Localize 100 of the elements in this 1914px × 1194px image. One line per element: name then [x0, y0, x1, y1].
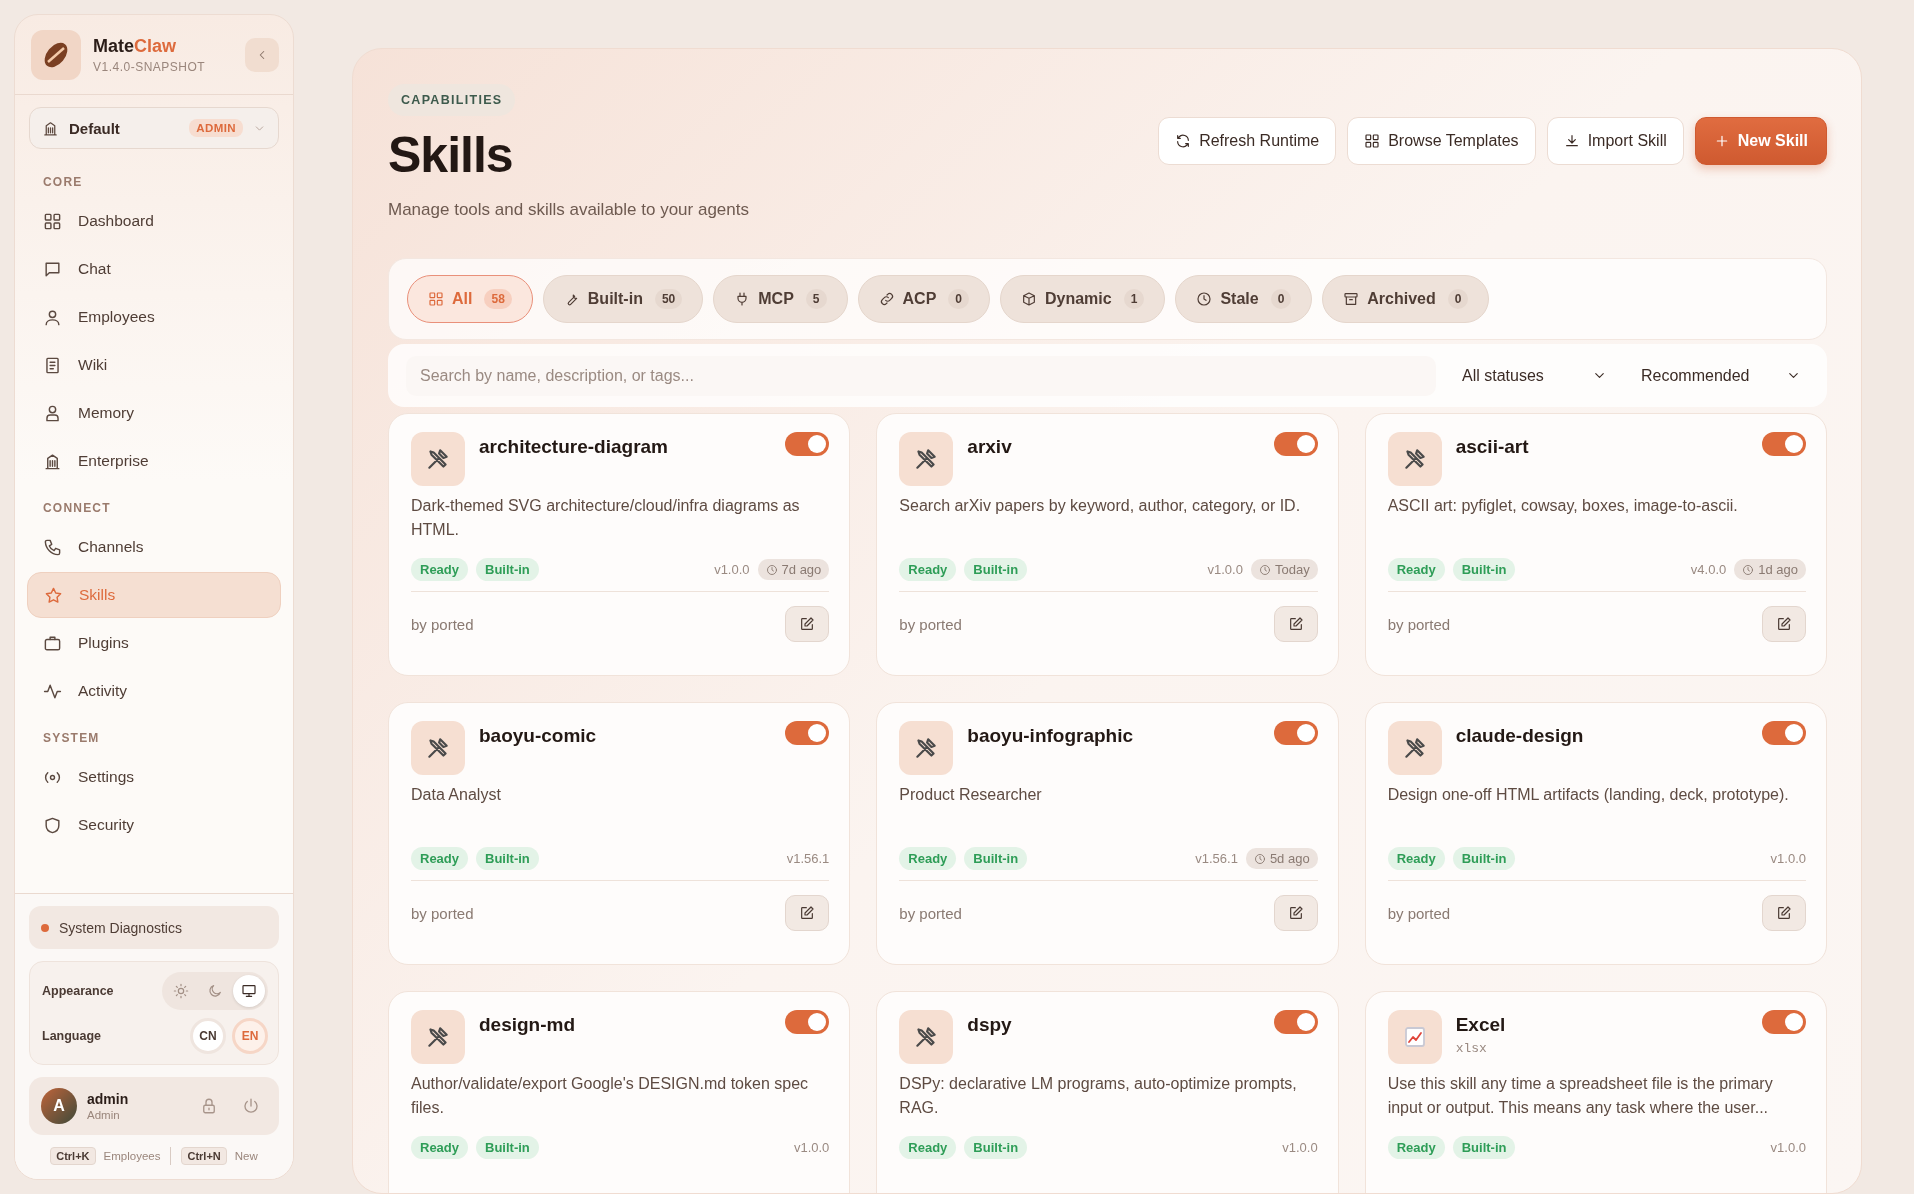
section-label: CONNECT — [42, 500, 112, 517]
edit-button[interactable] — [1273, 895, 1318, 931]
nav-item[interactable]: Activity — [27, 668, 281, 714]
skill-description: Dark-themed SVG architecture/cloud/infra diagrams as HTML. — [411, 496, 801, 540]
search-field[interactable]: Search by name, description, or tags... — [406, 355, 1436, 396]
count-badge: 58 — [484, 289, 512, 309]
toggle-switch[interactable] — [1762, 1010, 1806, 1034]
edit-icon — [1776, 905, 1792, 921]
author-label: by ported — [411, 904, 474, 922]
dashboard-icon — [43, 211, 62, 231]
skill-name: baoyu-infographic — [967, 725, 1135, 747]
tag: Built-in — [1452, 558, 1516, 581]
version-label: v1.0.0 — [714, 562, 750, 577]
edit-button[interactable] — [1762, 895, 1806, 931]
header-button[interactable]: Import Skill — [1546, 117, 1684, 165]
sort-select[interactable]: Recommended — [1629, 355, 1809, 396]
edit-button[interactable] — [1762, 606, 1806, 642]
edit-icon — [799, 616, 816, 632]
edit-button[interactable] — [1273, 606, 1318, 642]
language-option[interactable]: CN — [190, 1018, 226, 1054]
edit-button[interactable] — [785, 606, 830, 642]
toggle-switch[interactable] — [1273, 432, 1318, 456]
skill-description: ASCII art: pyfiglet, cowsay, boxes, image-to-ascii. — [1387, 496, 1739, 516]
skill-name: ascii-art — [1455, 436, 1530, 458]
nav-item[interactable]: Enterprise — [27, 438, 281, 484]
header-button[interactable]: Browse Templates — [1347, 117, 1536, 165]
section-label: CORE — [42, 174, 84, 191]
author-label: by ported — [1387, 615, 1451, 633]
skill-name: baoyu-comic — [479, 725, 598, 747]
filter-tab[interactable]: Archived 0 — [1322, 275, 1490, 323]
briefcase-icon — [43, 633, 62, 653]
theme-option[interactable] — [233, 975, 265, 1007]
building-icon — [42, 119, 59, 137]
nav-item[interactable]: Dashboard — [27, 198, 281, 244]
skill-description: DSPy: declarative LM programs, auto-optimize prompts, RAG. — [899, 1074, 1298, 1118]
nav-item[interactable]: Wiki — [27, 342, 281, 388]
shortcut-label: New — [234, 1150, 258, 1162]
tab-label: MCP — [758, 290, 794, 308]
moon-icon — [207, 983, 223, 999]
toggle-switch[interactable] — [1273, 1010, 1318, 1034]
nav-item[interactable]: Security — [27, 802, 281, 848]
power-icon — [242, 1097, 260, 1115]
shield-icon — [43, 815, 62, 835]
version-label: v1.0.0 — [1770, 1140, 1806, 1155]
user-role: Admin — [87, 1109, 121, 1121]
skill-description: Design one-off HTML artifacts (landing, deck, prototype). — [1387, 785, 1790, 805]
toggle-switch[interactable] — [1273, 721, 1318, 745]
toggle-switch[interactable] — [1762, 721, 1806, 745]
filter-tab[interactable]: Stale 0 — [1175, 275, 1313, 323]
count-badge: 50 — [654, 289, 683, 309]
diagnostics-button[interactable]: System Diagnostics — [29, 906, 279, 949]
chat-icon — [43, 259, 62, 279]
filter-tab[interactable]: ACP 0 — [857, 275, 990, 323]
skill-name: dspy — [967, 1014, 1013, 1036]
edit-icon — [1287, 616, 1304, 632]
language-label: Language — [42, 1029, 102, 1043]
tag: Ready — [411, 1136, 469, 1159]
toggle-switch[interactable] — [785, 721, 830, 745]
filter-tab[interactable]: Dynamic 1 — [1000, 275, 1166, 323]
clock-icon — [1742, 563, 1755, 576]
toggle-switch[interactable] — [1762, 432, 1806, 456]
workspace-select[interactable]: Default ADMIN — [29, 107, 279, 149]
lock-icon — [200, 1097, 218, 1115]
tag: Built-in — [964, 1136, 1028, 1159]
nav-item[interactable]: Plugins — [27, 620, 281, 666]
skill-description: Search arXiv papers by keyword, author, category, or ID. — [899, 496, 1302, 516]
version-label: v4.0.0 — [1690, 562, 1727, 577]
status-dot — [41, 923, 49, 932]
building-icon — [43, 451, 62, 471]
person-icon — [43, 403, 62, 423]
count-badge: 0 — [1270, 289, 1292, 309]
archive-icon — [1343, 291, 1360, 307]
toggle-switch[interactable] — [785, 432, 830, 456]
edit-button[interactable] — [785, 895, 830, 931]
tag: Ready — [899, 847, 957, 870]
tag: Ready — [411, 558, 469, 581]
nav-item[interactable]: Chat — [27, 246, 281, 292]
nav-item[interactable]: Channels — [27, 524, 281, 570]
tools-icon — [425, 446, 451, 472]
tag: Built-in — [964, 558, 1028, 581]
version-label: v1.0.0 — [793, 1140, 830, 1155]
nav-item[interactable]: Memory — [27, 390, 281, 436]
header-button[interactable]: Refresh Runtime — [1158, 117, 1337, 165]
star-icon — [44, 585, 63, 605]
skill-description: Data Analyst — [411, 785, 502, 805]
nav-item[interactable]: Settings — [27, 754, 281, 800]
tag: Built-in — [476, 1136, 539, 1159]
page-subtitle: Manage tools and skills available to your agents — [388, 200, 749, 220]
tag: Built-in — [476, 847, 539, 870]
filter-tab[interactable]: Built-in 50 — [542, 275, 704, 323]
toggle-switch[interactable] — [785, 1010, 830, 1034]
grid-icon — [1364, 133, 1381, 149]
filter-tab[interactable]: MCP 5 — [713, 275, 848, 323]
brand-name: MateClaw — [93, 35, 178, 57]
header-button[interactable]: New Skill — [1694, 117, 1827, 165]
status-select[interactable]: All statuses — [1450, 355, 1615, 396]
nav-item[interactable]: Employees — [27, 294, 281, 340]
updated-time: 1d ago — [1758, 562, 1798, 577]
edit-icon — [1776, 616, 1792, 632]
sun-icon — [173, 983, 189, 999]
